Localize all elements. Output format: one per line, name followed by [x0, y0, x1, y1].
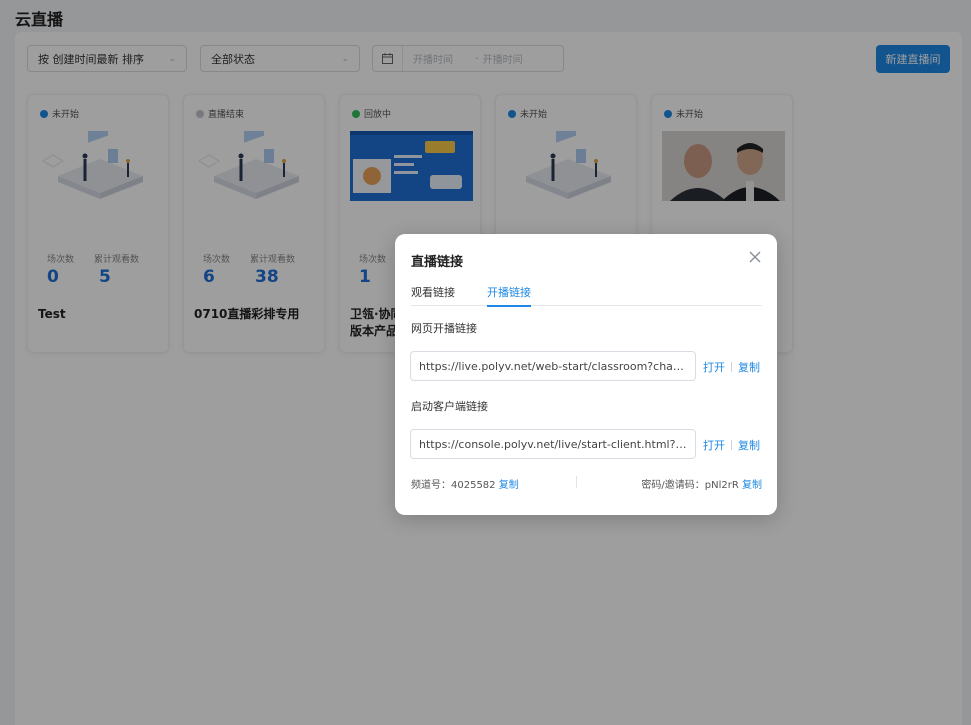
live-link-dialog: 直播链接 观看链接 开播链接 网页开播链接 https://live.polyv… [395, 234, 777, 515]
copy-web-link-button[interactable]: 复制 [738, 359, 760, 375]
open-client-link-button[interactable]: 打开 [703, 437, 725, 453]
copy-password-button[interactable]: 复制 [742, 480, 762, 491]
web-start-label: 网页开播链接 [411, 322, 477, 335]
divider [731, 362, 732, 372]
close-icon[interactable] [747, 249, 763, 265]
tab-watch-link[interactable]: 观看链接 [411, 284, 455, 306]
open-web-link-button[interactable]: 打开 [703, 359, 725, 375]
divider [576, 476, 577, 488]
client-start-url-field[interactable]: https://console.polyv.net/live/start-cli… [410, 429, 696, 459]
dialog-tabs: 观看链接 开播链接 [411, 284, 762, 307]
password-code: 密码/邀请码：pNl2rR [641, 480, 739, 491]
tab-start-link[interactable]: 开播链接 [487, 284, 531, 307]
copy-channel-button[interactable]: 复制 [499, 480, 519, 491]
web-start-url-field[interactable]: https://live.polyv.net/web-start/classro… [410, 351, 696, 381]
divider [731, 440, 732, 450]
dialog-title: 直播链接 [411, 255, 464, 270]
channel-number: 频道号：4025582 [411, 480, 496, 491]
copy-client-link-button[interactable]: 复制 [738, 437, 760, 453]
client-start-label: 启动客户端链接 [411, 400, 488, 413]
